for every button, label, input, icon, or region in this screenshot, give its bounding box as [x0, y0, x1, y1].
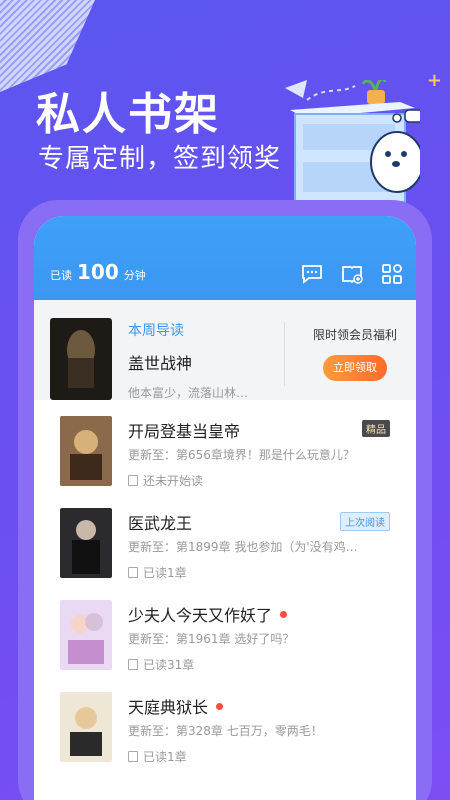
- book-cover: [60, 508, 112, 578]
- book-cover: [60, 416, 112, 486]
- last-read-badge: 上次阅读: [340, 512, 390, 531]
- weekly-book-desc: 他本富少，流落山林…: [128, 386, 249, 400]
- read-minutes: 100: [77, 260, 119, 284]
- weekly-book-title: 盖世战神: [128, 354, 193, 373]
- book-cover: [50, 318, 112, 400]
- book-cover: [60, 600, 112, 670]
- bookmark-icon: [128, 659, 138, 670]
- bookmark-icon: [128, 475, 138, 486]
- sparkle-icon: +: [426, 70, 442, 91]
- list-item[interactable]: 天庭典狱长 更新至：第328章 七百万，零两毛！ 已读1章: [34, 676, 416, 768]
- progress-text: 还未开始读: [143, 474, 204, 488]
- vip-promo-text: 限时领会员福利: [312, 328, 397, 342]
- book-add-icon[interactable]: [340, 262, 364, 286]
- book-title: 天庭典狱长: [128, 698, 209, 717]
- book-update: 更新至：第1961章 选好了吗？: [128, 632, 295, 646]
- list-item[interactable]: 开局登基当皇帝 精品 更新至：第656章境界！那是什么玩意儿？ 还未开始读: [34, 400, 416, 492]
- book-update: 更新至：第328章 七百万，零两毛！: [128, 724, 323, 738]
- book-list: 开局登基当皇帝 精品 更新至：第656章境界！那是什么玩意儿？ 还未开始读 医武…: [34, 400, 416, 768]
- read-unit: 分钟: [123, 269, 146, 282]
- bookmark-icon: [128, 567, 138, 578]
- weekly-recommendation[interactable]: 本周导读 盖世战神 他本富少，流落山林… 限时领会员福利 立即领取: [34, 300, 416, 400]
- weekly-tag: 本周导读: [128, 323, 184, 339]
- bookshelf-illustration: [285, 80, 420, 203]
- list-item[interactable]: 医武龙王 上次阅读 更新至：第1899章 我也参加（为'没有鸡… 已读1章: [34, 492, 416, 584]
- divider: [284, 322, 285, 386]
- book-title: 开局登基当皇帝: [128, 422, 241, 441]
- reading-time: 已读 100 分钟: [50, 260, 146, 284]
- message-icon[interactable]: [300, 262, 324, 286]
- bookshelf-screen: 已读 100 分钟 本周导读 盖世战神 他本富少，流落山林… 限时领会员福利 立…: [34, 216, 416, 800]
- book-title: 医武龙王: [128, 514, 193, 533]
- claim-vip-button[interactable]: 立即领取: [323, 355, 387, 381]
- grid-icon[interactable]: [380, 262, 404, 286]
- reading-progress: 已读1章: [128, 748, 187, 765]
- book-title: 少夫人今天又作妖了: [128, 606, 273, 625]
- list-item[interactable]: 少夫人今天又作妖了 更新至：第1961章 选好了吗？ 已读31章: [34, 584, 416, 676]
- book-update: 更新至：第1899章 我也参加（为'没有鸡…: [128, 540, 358, 554]
- premium-badge: 精品: [362, 420, 390, 437]
- unread-dot: [216, 702, 224, 710]
- progress-text: 已读31章: [143, 658, 195, 672]
- book-update: 更新至：第656章境界！那是什么玩意儿？: [128, 448, 355, 462]
- read-label: 已读: [50, 269, 72, 282]
- book-cover: [60, 692, 112, 762]
- hero-title: 私人书架: [36, 89, 220, 140]
- bookmark-icon: [128, 751, 138, 762]
- reading-progress: 还未开始读: [128, 472, 203, 489]
- bookshelf-header: 已读 100 分钟: [34, 216, 416, 300]
- reading-progress: 已读1章: [128, 564, 187, 581]
- progress-text: 已读1章: [143, 750, 187, 764]
- reading-progress: 已读31章: [128, 656, 194, 673]
- progress-text: 已读1章: [143, 566, 187, 580]
- plant-icon: [361, 80, 387, 104]
- unread-dot: [280, 610, 288, 618]
- hero-subtitle: 专属定制，签到领奖: [38, 144, 282, 174]
